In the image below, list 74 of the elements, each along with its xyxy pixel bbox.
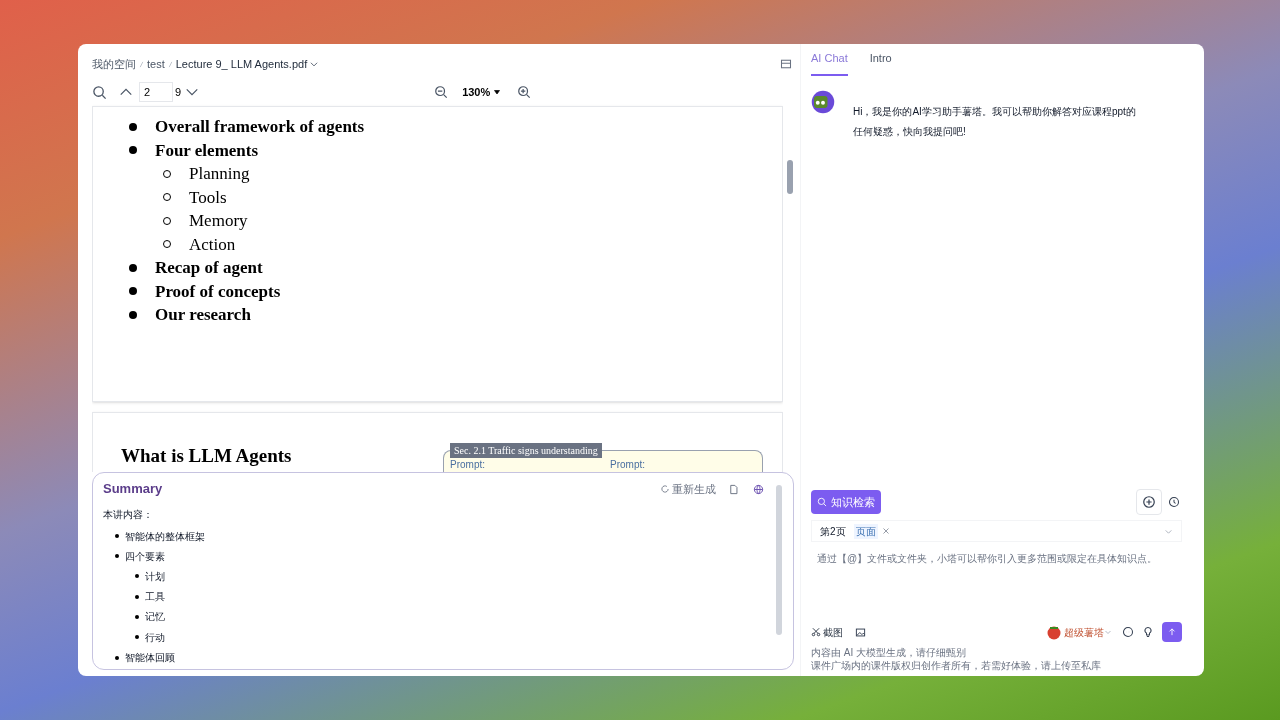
bullet-icon [129,287,137,296]
regenerate-button[interactable]: 重新生成 [660,480,716,498]
breadcrumb-link[interactable]: Lecture 9_ LLM Agents.pdf [175,55,308,73]
model-selector[interactable]: 超级薯塔 [1046,624,1104,640]
search-icon[interactable] [92,84,107,100]
bullet-icon [115,554,119,558]
slide-bullet: Memory [189,210,248,232]
screenshot-button[interactable]: 截图 [811,624,843,640]
summary-title: Summary [103,480,163,499]
history-icon[interactable] [1168,496,1180,508]
strawberry-icon [1046,624,1062,640]
summary-item: 工具 [145,590,165,605]
slide-bullet: Proof of concepts [155,280,281,303]
bullet-icon [129,146,137,155]
slide-heading: What is LLM Agents [121,443,293,468]
bullet-icon [129,310,137,319]
bullet-icon [135,594,139,599]
globe-icon[interactable] [753,483,764,495]
chat-message: Hi，我是你的AI学习助手薯塔。我可以帮助你解答对应课程ppt的任何疑惑，快向我提问吧! [852,105,1137,139]
zoom-level[interactable]: 130% [462,83,491,101]
robot-avatar-icon [811,90,835,114]
disclaimer-text: 课件广场内的课件版权归创作者所有，若需好体验，请上传至私库 [811,659,1102,672]
send-button[interactable] [1162,622,1182,642]
page-total: 9 [175,84,182,100]
slide-bullet: Planning [189,163,250,185]
scissors-icon [811,627,821,637]
arrow-up-icon [1167,627,1177,637]
summary-item: 记忆 [145,610,165,625]
bullet-icon [135,635,139,640]
disclaimer-text: 内容由 AI 大模型生成，请仔细甄别 [811,646,967,659]
prompt-label: Prompt: [450,458,486,472]
summary-item: 四个要素 [125,549,165,564]
slide-bullet: Tools [189,186,227,209]
refresh-icon [660,484,670,494]
bullet-icon [135,574,139,579]
caret-icon[interactable] [493,88,502,96]
image-icon[interactable] [855,626,866,638]
document-icon[interactable] [728,483,739,495]
context-tag: 页面 [853,523,878,539]
zoom-in-icon[interactable] [517,85,532,99]
zoom-out-icon[interactable] [434,85,449,99]
message-input[interactable]: 通过【@】文件或文件夹，小塔可以帮你引入更多范围或限定在具体知识点。 [811,550,1182,616]
bullet-icon [129,122,137,131]
lightbulb-icon[interactable] [1142,626,1154,638]
bullet-icon [115,655,119,660]
slide-bullet: Recap of agent [155,257,263,279]
tab[interactable]: AI Chat [811,49,848,76]
bullet-icon [129,263,137,272]
search-icon [817,497,827,507]
knowledge-search-button[interactable]: 知识检索 [811,490,881,514]
slide-bullet: Our research [155,304,251,326]
slide-bullet: Four elements [155,139,259,162]
close-icon[interactable] [881,527,890,535]
context-field[interactable]: 第2页 页面 [811,520,1182,542]
summary-item: 行动 [145,630,165,645]
prompt-label: Prompt: [610,458,646,472]
breadcrumb-link[interactable]: test [147,55,165,73]
slide-bullet: Action [189,233,236,256]
summary-item: 智能体回顾 [125,651,175,666]
context-label: 第2页 [820,524,846,539]
figure-label: Sec. 2.1 Traffic signs understanding [450,443,602,458]
summary-intro: 本讲内容： [103,508,154,522]
summary-item: 计划 [145,569,165,584]
add-icon[interactable] [1136,489,1162,515]
summary-item: 智能体的整体框架 [125,529,205,544]
bullet-icon [115,534,119,538]
page-input[interactable]: 2 [139,82,173,102]
chat-icon[interactable] [1122,626,1134,638]
bullet-icon [135,614,139,619]
breadcrumb-link[interactable]: 我的空间 [92,55,136,73]
slide-bullet: Overall framework of agents [155,116,365,138]
tab[interactable]: Intro [869,49,892,76]
chevron-down-icon[interactable] [309,59,320,69]
panel-icon[interactable] [780,58,792,70]
